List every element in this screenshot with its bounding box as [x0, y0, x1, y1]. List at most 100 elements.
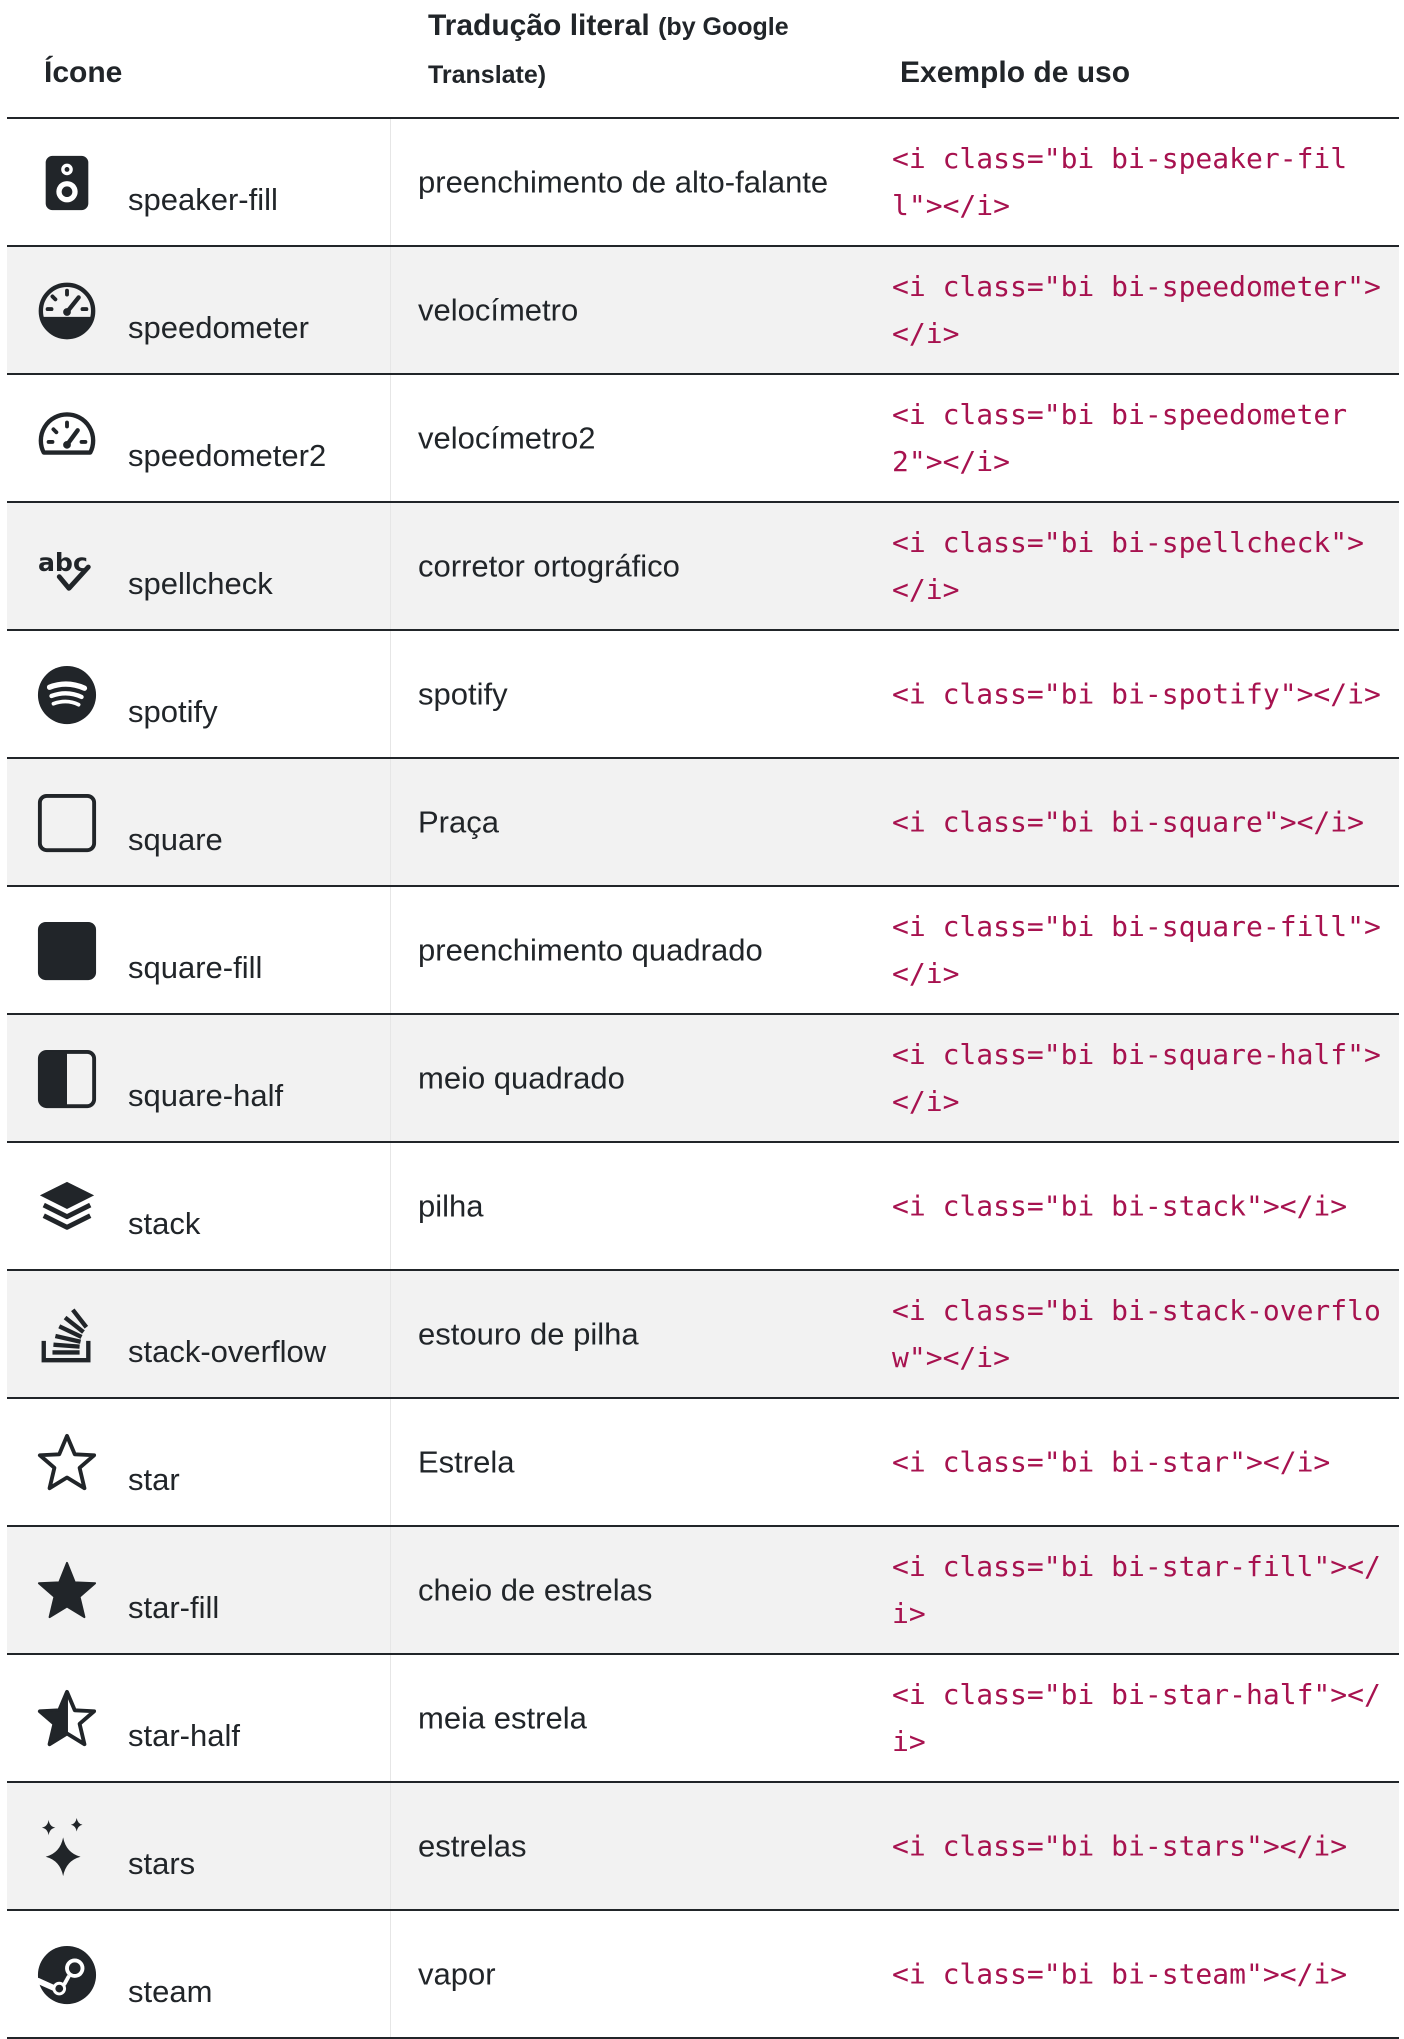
- example-cell: <i class="bi bi-square-fill"></i>: [864, 887, 1399, 1013]
- translation-cell: meio quadrado: [390, 1015, 864, 1141]
- example-cell: <i class="bi bi-star-fill"></i>: [864, 1527, 1399, 1653]
- speedometer-icon: [36, 280, 98, 342]
- example-code[interactable]: <i class="bi bi-speedometer"></i>: [892, 263, 1391, 357]
- square-half-icon: [36, 1048, 98, 1110]
- translation-text: meio quadrado: [418, 1060, 625, 1096]
- icon-name: stars: [128, 1846, 196, 1881]
- translation-text: meia estrela: [418, 1700, 587, 1736]
- translation-cell: Praça: [390, 759, 864, 885]
- translation-text: spotify: [418, 676, 508, 712]
- example-cell: <i class="bi bi-star"></i>: [864, 1399, 1399, 1525]
- table-row: stack pilha <i class="bi bi-stack"></i>: [7, 1143, 1399, 1271]
- table-row: speedometer velocímetro <i class="bi bi-…: [7, 247, 1399, 375]
- stack-icon: [36, 1176, 98, 1238]
- example-code[interactable]: <i class="bi bi-spellcheck"></i>: [892, 519, 1391, 613]
- icon-cell: speaker-fill: [7, 119, 390, 245]
- translation-text: velocímetro: [418, 292, 579, 328]
- table-row: stack-overflow estouro de pilha <i class…: [7, 1271, 1399, 1399]
- star-half-icon: [36, 1688, 98, 1750]
- icon-cell: star: [7, 1399, 390, 1525]
- translation-cell: preenchimento quadrado: [390, 887, 864, 1013]
- translation-cell: meia estrela: [390, 1655, 864, 1781]
- star-fill-icon: [36, 1560, 98, 1622]
- translation-text: estouro de pilha: [418, 1316, 639, 1352]
- icon-name: square: [128, 822, 223, 857]
- spellcheck-icon: abc: [36, 536, 98, 598]
- example-cell: <i class="bi bi-square"></i>: [864, 759, 1399, 885]
- icon-name: star: [128, 1462, 180, 1497]
- example-cell: <i class="bi bi-star-half"></i>: [864, 1655, 1399, 1781]
- example-cell: <i class="bi bi-speedometer"></i>: [864, 247, 1399, 373]
- example-code[interactable]: <i class="bi bi-speedometer2"></i>: [892, 391, 1391, 485]
- icon-name: star-fill: [128, 1590, 220, 1625]
- example-code[interactable]: <i class="bi bi-spotify"></i>: [892, 671, 1391, 718]
- example-cell: <i class="bi bi-speedometer2"></i>: [864, 375, 1399, 501]
- icon-name: square-half: [128, 1078, 284, 1113]
- example-code[interactable]: <i class="bi bi-speaker-fill"></i>: [892, 135, 1391, 229]
- example-code[interactable]: <i class="bi bi-star-half"></i>: [892, 1671, 1391, 1765]
- header-translation-note-2: Translate): [428, 61, 547, 89]
- icon-cell: square-fill: [7, 887, 390, 1013]
- icon-cell: star-fill: [7, 1527, 390, 1653]
- table-row: star-fill cheio de estrelas <i class="bi…: [7, 1527, 1399, 1655]
- translation-text: preenchimento de alto-falante: [418, 164, 829, 200]
- example-code[interactable]: <i class="bi bi-star"></i>: [892, 1439, 1391, 1486]
- example-code[interactable]: <i class="bi bi-square-half"></i>: [892, 1031, 1391, 1125]
- header-icon: Ícone: [44, 56, 123, 89]
- header-translation-note-1: (by Google: [658, 13, 789, 41]
- icon-name: speedometer: [128, 310, 309, 345]
- table-header: Ícone Tradução literal (by Google Transl…: [7, 0, 1399, 119]
- icon-name: spellcheck: [128, 566, 273, 601]
- example-code[interactable]: <i class="bi bi-stack-overflow"></i>: [892, 1287, 1391, 1381]
- table-row: star-half meia estrela <i class="bi bi-s…: [7, 1655, 1399, 1783]
- icon-cell: square-half: [7, 1015, 390, 1141]
- translation-text: corretor ortográfico: [418, 548, 680, 584]
- table-row: abc spellcheck corretor ortográfico <i c…: [7, 503, 1399, 631]
- table-row: speedometer2 velocímetro2 <i class="bi b…: [7, 375, 1399, 503]
- translation-text: pilha: [418, 1188, 484, 1224]
- icon-name: square-fill: [128, 950, 263, 985]
- example-code[interactable]: <i class="bi bi-square-fill"></i>: [892, 903, 1391, 997]
- translation-cell: cheio de estrelas: [390, 1527, 864, 1653]
- square-fill-icon: [36, 920, 98, 982]
- icon-name: spotify: [128, 694, 218, 729]
- example-code[interactable]: <i class="bi bi-stack"></i>: [892, 1183, 1391, 1230]
- translation-text: preenchimento quadrado: [418, 932, 763, 968]
- header-translation: Tradução literal (by Google Translate): [428, 3, 848, 98]
- table-row: square Praça <i class="bi bi-square"></i…: [7, 759, 1399, 887]
- icon-table: Ícone Tradução literal (by Google Transl…: [7, 0, 1399, 2039]
- example-cell: <i class="bi bi-stars"></i>: [864, 1783, 1399, 1909]
- translation-cell: spotify: [390, 631, 864, 757]
- example-code[interactable]: <i class="bi bi-square"></i>: [892, 799, 1391, 846]
- header-translation-title: Tradução literal: [428, 9, 650, 42]
- example-code[interactable]: <i class="bi bi-star-fill"></i>: [892, 1543, 1391, 1637]
- icon-name: stack: [128, 1206, 201, 1241]
- stars-icon: [36, 1816, 98, 1878]
- table-row: square-half meio quadrado <i class="bi b…: [7, 1015, 1399, 1143]
- example-cell: <i class="bi bi-stack-overflow"></i>: [864, 1271, 1399, 1397]
- translation-cell: velocímetro: [390, 247, 864, 373]
- translation-cell: corretor ortográfico: [390, 503, 864, 629]
- icon-cell: steam: [7, 1911, 390, 2037]
- translation-text: velocímetro2: [418, 420, 596, 456]
- icon-name: stack-overflow: [128, 1334, 327, 1369]
- example-cell: <i class="bi bi-stack"></i>: [864, 1143, 1399, 1269]
- icon-name: speaker-fill: [128, 182, 278, 217]
- translation-text: Praça: [418, 804, 499, 840]
- steam-icon: [36, 1944, 98, 2006]
- translation-text: cheio de estrelas: [418, 1572, 653, 1608]
- header-example: Exemplo de uso: [900, 56, 1131, 89]
- translation-text: estrelas: [418, 1828, 527, 1864]
- example-cell: <i class="bi bi-spotify"></i>: [864, 631, 1399, 757]
- translation-cell: preenchimento de alto-falante: [390, 119, 864, 245]
- icon-cell: square: [7, 759, 390, 885]
- translation-cell: Estrela: [390, 1399, 864, 1525]
- icon-cell: speedometer2: [7, 375, 390, 501]
- translation-cell: estrelas: [390, 1783, 864, 1909]
- translation-text: Estrela: [418, 1444, 515, 1480]
- icon-cell: stack-overflow: [7, 1271, 390, 1397]
- star-icon: [36, 1432, 98, 1494]
- example-code[interactable]: <i class="bi bi-steam"></i>: [892, 1951, 1391, 1998]
- icon-cell: stars: [7, 1783, 390, 1909]
- example-code[interactable]: <i class="bi bi-stars"></i>: [892, 1823, 1391, 1870]
